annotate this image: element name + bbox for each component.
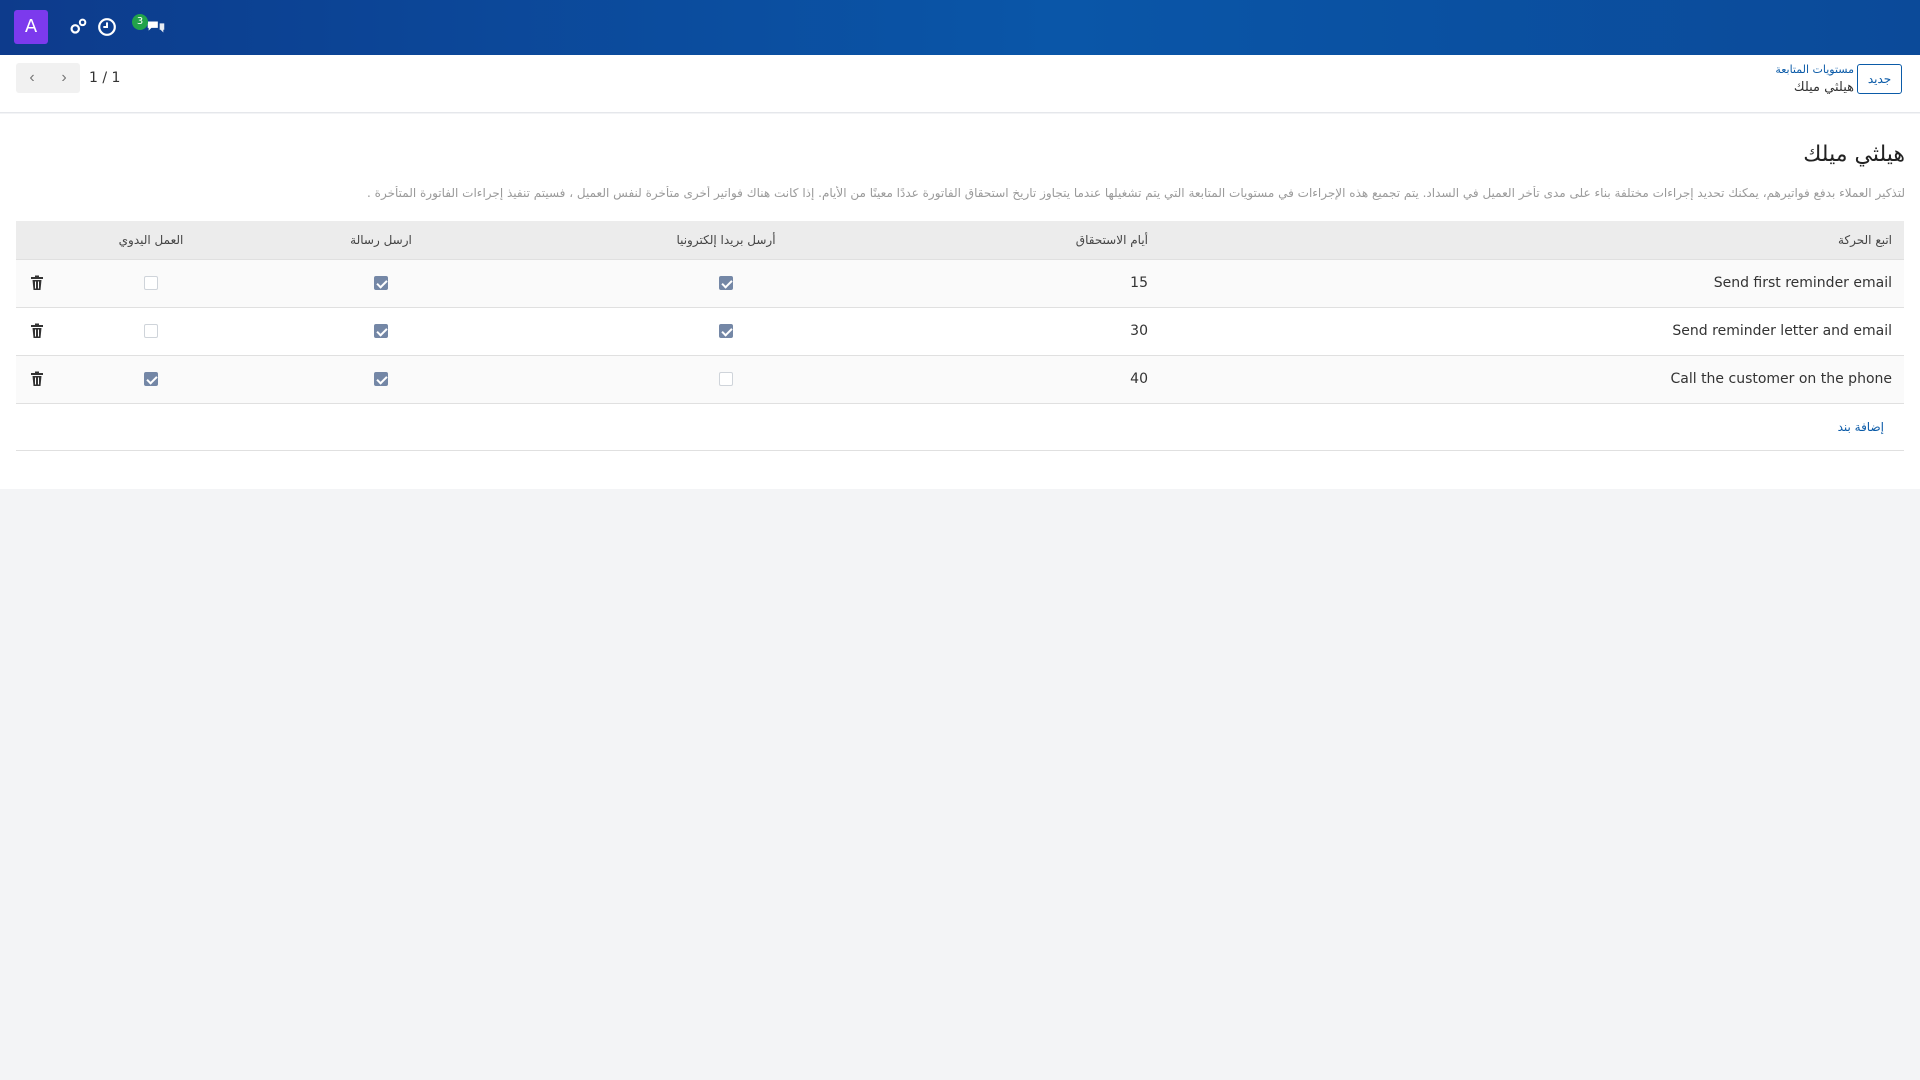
action-cell[interactable]: Call the customer on the phone: [1156, 354, 1904, 403]
chat-badge: 3: [132, 14, 148, 30]
header-send-email[interactable]: أرسل بريدا إلكترونيا: [526, 221, 926, 259]
send-letter-cell: [236, 258, 526, 307]
header-delete: [16, 221, 66, 259]
trash-icon[interactable]: [30, 275, 44, 291]
breadcrumb-current: هيلثي ميلك: [1793, 80, 1854, 95]
trash-icon[interactable]: [30, 371, 44, 387]
settings-icon[interactable]: [67, 16, 91, 40]
send-letter-checkbox[interactable]: [374, 324, 388, 338]
add-line-link[interactable]: إضافة بند: [1838, 420, 1890, 434]
breadcrumb-parent-link[interactable]: مستويات المتابعة: [1775, 63, 1854, 76]
followup-lines-table: العمل اليدوي ارسل رسالة أرسل بريدا إلكتر…: [16, 221, 1904, 451]
manual-action-cell: [66, 258, 236, 307]
send-email-checkbox[interactable]: [719, 276, 733, 290]
chevron-left-icon: ‹: [29, 69, 35, 86]
send-email-checkbox[interactable]: [719, 324, 733, 338]
send-letter-checkbox[interactable]: [374, 276, 388, 290]
send-email-cell: [526, 306, 926, 355]
send-letter-checkbox[interactable]: [374, 372, 388, 386]
send-letter-cell: [236, 354, 526, 403]
manual-action-checkbox[interactable]: [144, 372, 158, 386]
action-cell[interactable]: Send reminder letter and email: [1156, 306, 1904, 355]
manual-action-cell: [66, 354, 236, 403]
due-days-cell[interactable]: 30: [926, 306, 1156, 355]
user-avatar[interactable]: A: [14, 10, 48, 44]
send-email-checkbox[interactable]: [719, 372, 733, 386]
header-action[interactable]: اتبع الحركة: [1156, 221, 1904, 259]
pager-value[interactable]: 1 / 1: [89, 70, 120, 86]
send-letter-cell: [236, 306, 526, 355]
delete-cell: [16, 258, 66, 307]
add-line-row: إضافة بند: [16, 402, 1904, 451]
send-email-cell: [526, 258, 926, 307]
action-cell[interactable]: Send first reminder email: [1156, 258, 1904, 307]
manual-action-checkbox[interactable]: [144, 324, 158, 338]
form-title[interactable]: هيلثي ميلك: [1803, 142, 1905, 167]
control-panel: جديد مستويات المتابعة هيلثي ميلك ‹ › 1 /…: [0, 55, 1920, 113]
due-days-cell[interactable]: 15: [926, 258, 1156, 307]
form-description: لتذكير العملاء بدفع فواتيرهم، يمكنك تحدي…: [367, 186, 1905, 200]
pager-next-button[interactable]: ›: [48, 63, 80, 93]
pager-previous-button[interactable]: ‹: [16, 63, 48, 93]
manual-action-checkbox[interactable]: [144, 276, 158, 290]
delete-cell: [16, 306, 66, 355]
form-sheet: هيلثي ميلك لتذكير العملاء بدفع فواتيرهم،…: [0, 114, 1920, 489]
chevron-right-icon: ›: [61, 69, 67, 86]
add-line-cell: إضافة بند: [16, 402, 1904, 451]
trash-icon[interactable]: [30, 323, 44, 339]
send-email-cell: [526, 354, 926, 403]
top-navbar: A 3: [0, 0, 1920, 55]
delete-cell: [16, 354, 66, 403]
due-days-cell[interactable]: 40: [926, 354, 1156, 403]
create-button[interactable]: جديد: [1857, 64, 1902, 94]
clock-icon[interactable]: [96, 16, 120, 40]
header-manual-action[interactable]: العمل اليدوي: [66, 221, 236, 259]
table-header-row: العمل اليدوي ارسل رسالة أرسل بريدا إلكتر…: [16, 221, 1904, 259]
chat-icon[interactable]: [145, 16, 169, 40]
header-due-days[interactable]: أيام الاستحقاق: [926, 221, 1156, 259]
table-row[interactable]: 15 Send first reminder email: [16, 258, 1904, 307]
table-row[interactable]: 40 Call the customer on the phone: [16, 354, 1904, 403]
header-send-letter[interactable]: ارسل رسالة: [236, 221, 526, 259]
table-row[interactable]: 30 Send reminder letter and email: [16, 306, 1904, 355]
manual-action-cell: [66, 306, 236, 355]
